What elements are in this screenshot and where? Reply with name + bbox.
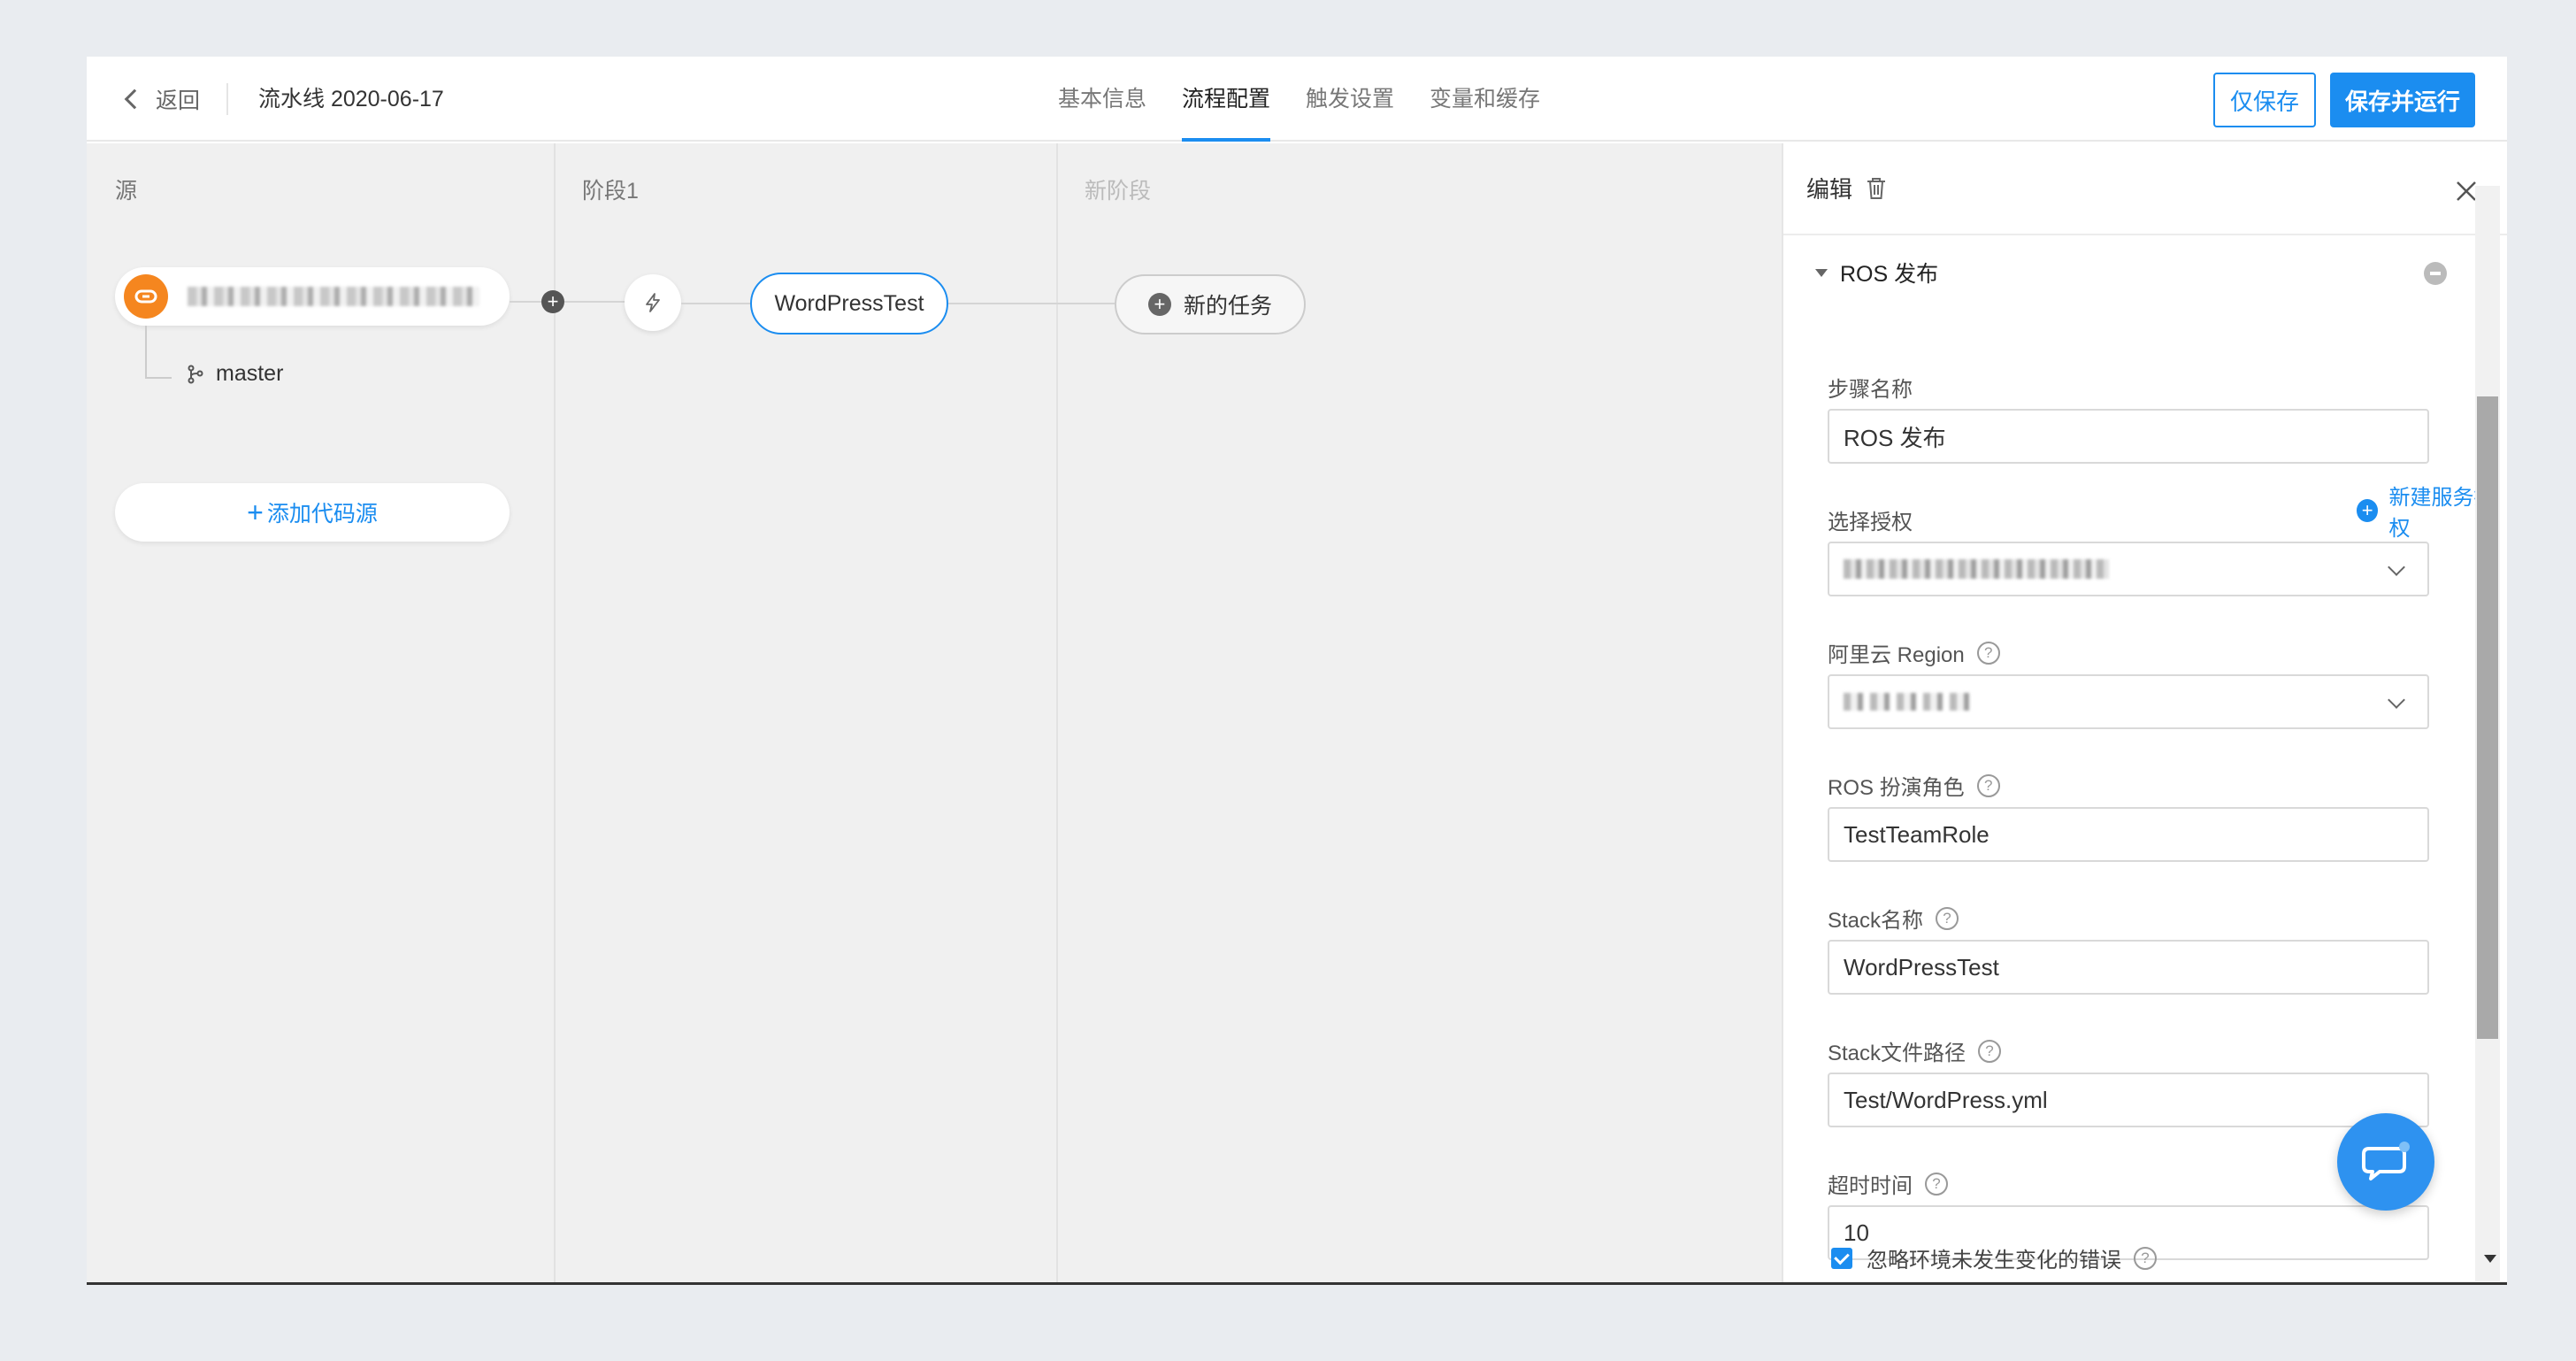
task-node[interactable]: WordPressTest <box>750 273 948 334</box>
auth-label: 选择授权 <box>1828 511 1913 534</box>
caret-down-icon <box>1815 268 1828 277</box>
tab-variables-cache[interactable]: 变量和缓存 <box>1430 57 1540 142</box>
branch-connector <box>145 326 147 379</box>
back-label: 返回 <box>156 88 201 113</box>
branch-connector <box>145 377 172 379</box>
trigger-button[interactable] <box>625 274 681 331</box>
help-icon[interactable]: ? <box>1978 1039 2002 1063</box>
stack-file-input[interactable]: Test/WordPress.yml <box>1828 1073 2429 1127</box>
panel-header: 编辑 <box>1783 143 2507 235</box>
remove-step-icon[interactable] <box>2424 262 2447 285</box>
chevron-left-icon <box>124 88 145 110</box>
chat-icon <box>2362 1142 2410 1180</box>
chevron-down-icon <box>2388 558 2405 576</box>
column-divider <box>554 143 556 1282</box>
panel-title-text: 编辑 <box>1806 176 1853 203</box>
header-divider <box>226 83 228 115</box>
step-name-input[interactable]: ROS 发布 <box>1828 409 2429 464</box>
app-window: 返回 流水线 2020-06-17 基本信息 流程配置 触发设置 变量和缓存 仅… <box>87 57 2507 1285</box>
add-source-button[interactable]: + 添加代码源 <box>115 483 510 542</box>
source-card[interactable] <box>115 267 510 326</box>
new-task-label: 新的任务 <box>1183 294 1272 319</box>
tab-trigger-settings[interactable]: 触发设置 <box>1306 57 1394 142</box>
help-icon[interactable]: ? <box>1976 773 2000 797</box>
stack-name-label: Stack名称? <box>1828 903 1959 934</box>
region-select[interactable] <box>1828 674 2429 729</box>
plus-circle-icon: + <box>1147 293 1171 316</box>
panel-title: 编辑 <box>1806 172 1888 204</box>
chat-support-button[interactable] <box>2337 1113 2434 1211</box>
ignore-error-checkbox[interactable]: 忽略环境未发生变化的错误 ? <box>1831 1242 2157 1273</box>
ignore-error-label: 忽略环境未发生变化的错误 <box>1867 1249 2121 1273</box>
role-input[interactable]: TestTeamRole <box>1828 807 2429 862</box>
back-button[interactable]: 返回 <box>122 81 200 117</box>
top-bar: 返回 流水线 2020-06-17 基本信息 流程配置 触发设置 变量和缓存 仅… <box>87 57 2507 142</box>
new-task-button[interactable]: + 新的任务 <box>1115 274 1306 334</box>
edit-panel: 编辑 ROS 发布 步骤名称 ROS 发布 选择授权 + 新建服务授权 阿里云 <box>1782 143 2507 1282</box>
link-icon <box>124 274 168 319</box>
connector-line <box>681 303 750 304</box>
chevron-down-icon <box>2388 691 2405 709</box>
scrollbar-thumb[interactable] <box>2477 396 2498 1039</box>
help-icon[interactable]: ? <box>1976 641 2000 665</box>
auth-value-redacted <box>1844 559 2109 579</box>
connector-line <box>948 303 1115 304</box>
column-title-new-stage[interactable]: 新阶段 <box>1085 173 1151 205</box>
stack-name-input[interactable]: WordPressTest <box>1828 940 2429 995</box>
add-source-label: 添加代码源 <box>266 502 378 527</box>
connector-line <box>510 301 541 303</box>
save-only-button[interactable]: 仅保存 <box>2213 73 2316 127</box>
auth-select[interactable] <box>1828 542 2429 596</box>
region-label: 阿里云 Region? <box>1828 637 2000 668</box>
lightning-icon <box>646 293 660 312</box>
tab-bar: 基本信息 流程配置 触发设置 变量和缓存 <box>1058 57 1576 142</box>
plus-circle-icon: + <box>2357 499 2379 522</box>
stack-file-label: Stack文件路径? <box>1828 1035 2002 1066</box>
plus-icon: + <box>247 496 264 528</box>
tab-basic-info[interactable]: 基本信息 <box>1058 57 1146 142</box>
scroll-down-arrow[interactable] <box>2484 1255 2496 1263</box>
region-value-redacted <box>1844 693 1976 711</box>
section-header[interactable]: ROS 发布 <box>1815 257 1938 288</box>
column-title-source: 源 <box>115 179 138 204</box>
pipeline-title: 流水线 2020-06-17 <box>258 87 444 111</box>
trash-icon[interactable] <box>1865 176 1888 201</box>
role-label: ROS 扮演角色? <box>1828 770 2000 801</box>
branch-label: master <box>186 361 283 387</box>
column-title-stage1[interactable]: 阶段1 <box>582 173 639 205</box>
checkbox-checked-icon <box>1831 1247 1852 1269</box>
source-name-redacted <box>188 287 479 306</box>
connector-line <box>564 301 625 303</box>
tab-flow-config[interactable]: 流程配置 <box>1182 57 1271 142</box>
branch-name: master <box>216 361 284 386</box>
help-icon[interactable]: ? <box>1925 1172 1948 1196</box>
timeout-label: 超时时间? <box>1828 1168 1948 1199</box>
step-name-label: 步骤名称 <box>1828 378 1913 402</box>
help-icon[interactable]: ? <box>1936 906 1959 930</box>
pipeline-canvas: 源 阶段1 新阶段 master + 添加代码源 + WordPressTest <box>87 143 1782 1282</box>
add-stage-icon[interactable]: + <box>541 290 564 313</box>
section-title: ROS 发布 <box>1840 262 1939 287</box>
help-icon[interactable]: ? <box>2134 1246 2157 1270</box>
save-and-run-button[interactable]: 保存并运行 <box>2330 73 2475 127</box>
branch-icon <box>188 365 203 383</box>
column-divider <box>1056 143 1058 1282</box>
